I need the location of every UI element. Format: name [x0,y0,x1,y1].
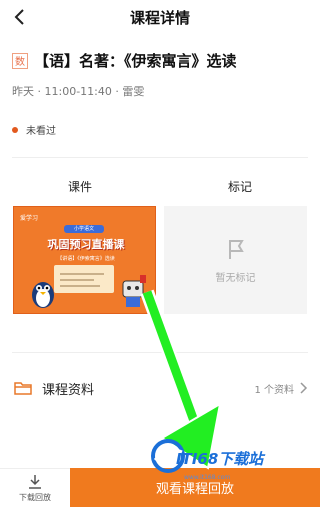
materials-count: 1 个资料 [254,384,294,396]
marks-panel: 暂无标记 [164,206,307,314]
page-title: 课程详情 [129,8,190,27]
subject-badge: 数 [12,52,28,69]
courseware-headline: 巩固预习直播课 [47,238,125,251]
tab-marks[interactable]: 标记 [160,178,320,195]
courseware-subtitle: 【讲语】《伊索寓言》选读 [57,256,115,262]
penguin-mascot-icon [32,282,54,308]
content-tabs: 课件 标记 [0,178,320,195]
course-materials-row[interactable]: 课程资料 1 个资料 [14,377,308,399]
courseware-ribbon: 小学语文 [64,225,104,233]
chevron-right-icon [300,382,308,394]
robot-mascot-icon [122,275,146,307]
watermark-text: ITI68下载站 [176,450,264,468]
folder-icon [14,382,32,395]
watermark-logo: ITI68下载站 www.it168.com [150,436,320,496]
courseware-logo: 爱学习 [20,215,39,222]
courseware-board-illustration [54,265,114,293]
divider [12,352,308,353]
status-dot-icon [12,126,18,133]
chevron-left-icon [14,9,24,25]
course-meta: 昨天 · 11:00-11:40 · 雷雯 [12,85,145,98]
course-name: 【语】名著：《伊索寓言》选读 [34,52,237,70]
watermark-url: www.it168.com [184,474,231,481]
download-replay-label: 下载回放 [19,492,51,502]
download-replay-button[interactable]: 下载回放 [0,468,70,507]
watch-status: 未看过 [12,122,56,137]
download-icon [29,474,41,489]
flag-icon [228,239,244,259]
materials-label: 课程资料 [42,382,95,398]
top-bar: 课程详情 [0,0,320,34]
status-text: 未看过 [26,126,56,137]
tab-courseware[interactable]: 课件 [0,178,160,195]
back-button[interactable] [8,5,32,29]
divider [12,157,308,158]
course-title-row: 数 【语】名著：《伊索寓言》选读 [12,50,312,71]
marks-empty-text: 暂无标记 [215,272,256,284]
courseware-thumbnail[interactable]: 爱学习 小学语文 巩固预习直播课 【讲语】《伊索寓言》选读 [13,206,156,314]
